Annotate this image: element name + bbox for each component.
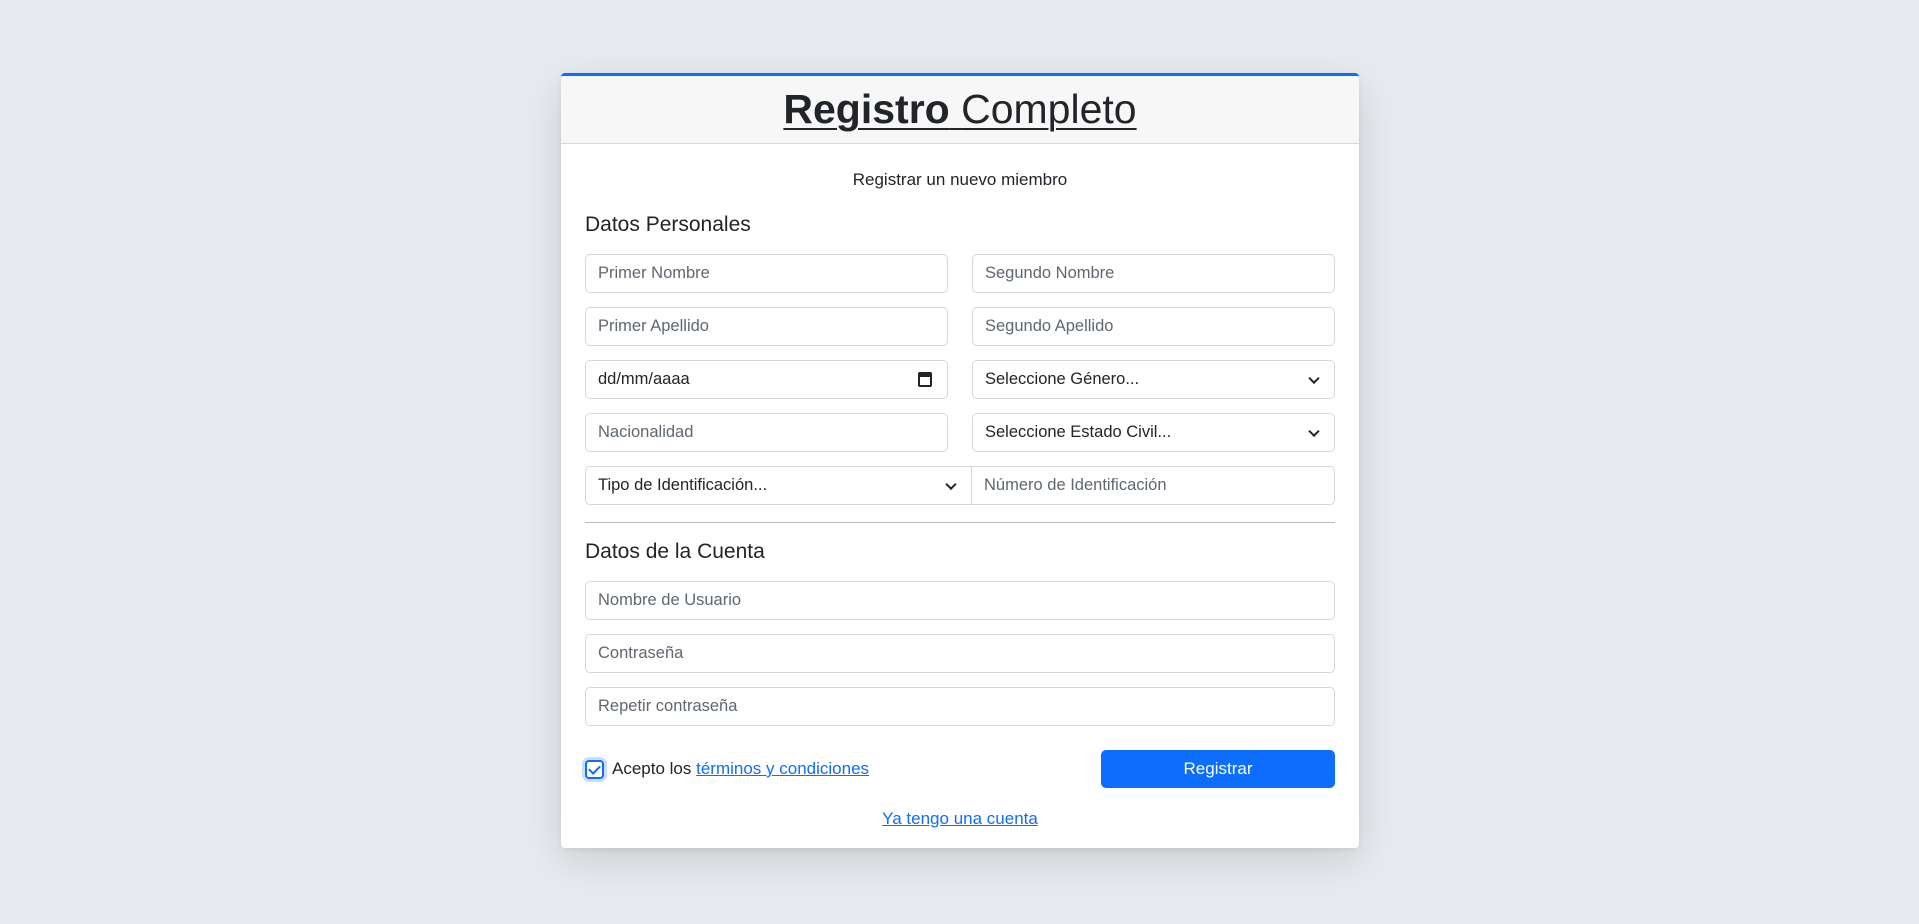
gender-select[interactable]: Seleccione Género... bbox=[972, 360, 1335, 399]
register-button[interactable]: Registrar bbox=[1101, 750, 1335, 788]
section-title-account: Datos de la Cuenta bbox=[585, 540, 765, 563]
repeat-password-input[interactable]: Repetir contraseña bbox=[585, 687, 1335, 726]
registration-card: Registro Completo Registrar un nuevo mie… bbox=[561, 73, 1359, 848]
subtitle: Registrar un nuevo miembro bbox=[852, 170, 1068, 189]
chevron-down-icon bbox=[1308, 372, 1320, 384]
nationality-input[interactable]: Nacionalidad bbox=[585, 413, 948, 452]
title-bold: Registro bbox=[783, 86, 950, 132]
username-input[interactable]: Nombre de Usuario bbox=[585, 581, 1335, 620]
terms-prefix: Acepto los bbox=[612, 759, 692, 778]
second-lastname-input[interactable]: Segundo Apellido bbox=[972, 307, 1335, 346]
second-name-input[interactable]: Segundo Nombre bbox=[972, 254, 1335, 293]
first-name-input[interactable]: Primer Nombre bbox=[585, 254, 948, 293]
calendar-icon[interactable] bbox=[918, 372, 932, 387]
id-number-input[interactable]: Número de Identificación bbox=[972, 466, 1335, 505]
chevron-down-icon bbox=[1308, 425, 1320, 437]
login-link[interactable]: Ya tengo una cuenta bbox=[882, 809, 1038, 828]
title-rest: Completo bbox=[961, 86, 1137, 132]
page-title: Registro Completo bbox=[561, 76, 1359, 144]
first-lastname-input[interactable]: Primer Apellido bbox=[585, 307, 948, 346]
password-input[interactable]: Contraseña bbox=[585, 634, 1335, 673]
terms-checkbox-group: Acepto los términos y condiciones bbox=[585, 759, 869, 779]
civil-status-select[interactable]: Seleccione Estado Civil... bbox=[972, 413, 1335, 452]
section-title-personal: Datos Personales bbox=[585, 213, 751, 236]
terms-checkbox[interactable] bbox=[585, 759, 604, 779]
section-divider bbox=[585, 522, 1335, 523]
terms-link[interactable]: términos y condiciones bbox=[696, 759, 869, 779]
chevron-down-icon bbox=[945, 478, 957, 490]
id-type-select[interactable]: Tipo de Identificación... bbox=[585, 466, 972, 505]
birthdate-input[interactable]: dd/mm/aaaa bbox=[585, 360, 948, 399]
